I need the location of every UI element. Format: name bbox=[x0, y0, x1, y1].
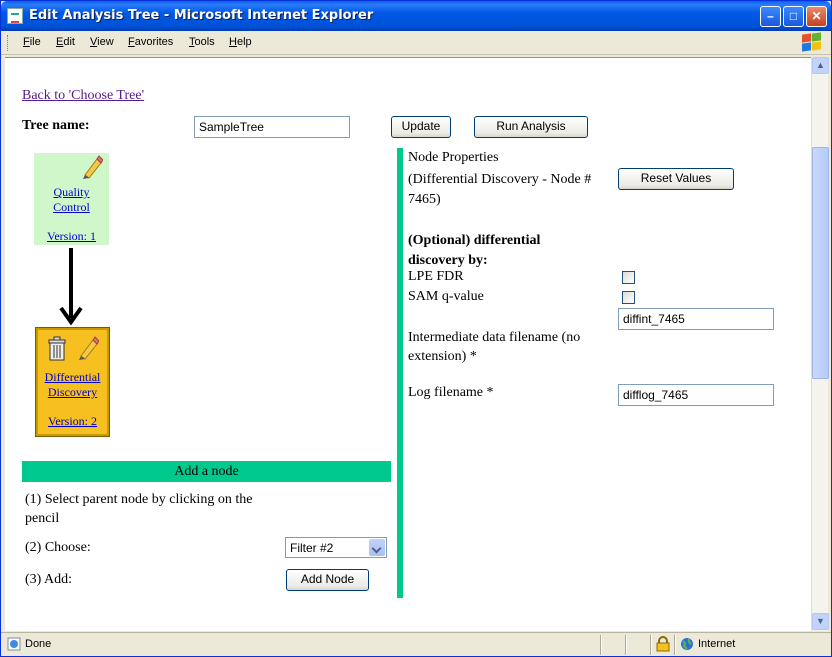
title-bar: Edit Analysis Tree - Microsoft Internet … bbox=[1, 1, 831, 31]
add-node-step1: (1) Select parent node by clicking on th… bbox=[25, 492, 253, 526]
menu-favorites[interactable]: Favorites bbox=[128, 36, 173, 48]
menu-tools[interactable]: Tools bbox=[189, 36, 215, 48]
scroll-down-icon[interactable]: ▼ bbox=[812, 613, 829, 630]
security-zone-text: Internet bbox=[698, 638, 736, 650]
add-node-step2-label: (2) Choose: bbox=[25, 540, 91, 555]
minimize-button[interactable]: – bbox=[760, 6, 781, 27]
node-type-select[interactable]: Filter #2 bbox=[285, 537, 387, 558]
scroll-up-icon[interactable]: ▲ bbox=[812, 57, 829, 74]
back-link[interactable]: Back to 'Choose Tree' bbox=[22, 88, 144, 104]
intermediate-filename-label: Intermediate data filename (no extension… bbox=[408, 330, 581, 364]
update-button[interactable]: Update bbox=[391, 116, 451, 138]
pencil-icon[interactable] bbox=[77, 336, 99, 360]
status-separator bbox=[674, 635, 676, 655]
menu-view[interactable]: View bbox=[90, 36, 114, 48]
log-filename-label: Log filename * bbox=[408, 385, 494, 400]
log-filename-input[interactable] bbox=[618, 384, 774, 406]
node-name-line1[interactable]: Differential bbox=[38, 370, 107, 385]
lpe-fdr-checkbox[interactable] bbox=[622, 271, 635, 284]
status-separator bbox=[625, 635, 627, 655]
tree-edge-arrow bbox=[59, 248, 83, 326]
status-text: Done bbox=[25, 638, 52, 650]
page-done-icon bbox=[7, 637, 21, 651]
node-properties-subtitle: (Differential Discovery - Node # 7465) bbox=[408, 172, 592, 207]
tree-node-quality-control: Quality Control Version: 1 bbox=[34, 153, 109, 245]
status-separator bbox=[600, 635, 602, 655]
lock-icon bbox=[656, 636, 670, 652]
node-properties-title: Node Properties bbox=[408, 150, 499, 165]
lpe-fdr-label: LPE FDR bbox=[408, 269, 464, 284]
status-separator bbox=[650, 635, 652, 655]
window-title: Edit Analysis Tree - Microsoft Internet … bbox=[29, 8, 374, 23]
page-content: Back to 'Choose Tree' Tree name: Update … bbox=[5, 57, 811, 631]
menu-file[interactable]: File bbox=[23, 36, 41, 48]
reset-values-button[interactable]: Reset Values bbox=[618, 168, 734, 190]
tree-name-label: Tree name: bbox=[22, 118, 90, 133]
tree-name-input[interactable] bbox=[194, 116, 350, 138]
optional-heading: (Optional) differential discovery by: bbox=[408, 233, 541, 268]
add-node-step3-label: (3) Add: bbox=[25, 572, 73, 587]
run-analysis-button[interactable]: Run Analysis bbox=[474, 116, 588, 138]
vertical-scrollbar[interactable]: ▲ ▼ bbox=[811, 57, 829, 631]
globe-icon bbox=[681, 638, 693, 651]
add-node-button[interactable]: Add Node bbox=[286, 569, 369, 591]
panel-divider bbox=[397, 148, 403, 598]
close-button[interactable]: ✕ bbox=[806, 6, 827, 27]
node-version-link[interactable]: Version: 1 bbox=[34, 229, 109, 244]
tree-node-differential-discovery: Differential Discovery Version: 2 bbox=[35, 327, 110, 437]
menu-bar: File Edit View Favorites Tools Help bbox=[1, 31, 831, 55]
menu-grip bbox=[7, 35, 10, 51]
status-bar: Done Internet bbox=[1, 632, 831, 656]
browser-window: Edit Analysis Tree - Microsoft Internet … bbox=[0, 0, 832, 657]
add-node-header: Add a node bbox=[22, 461, 391, 482]
pencil-icon[interactable] bbox=[81, 155, 103, 179]
node-type-selected-value: Filter #2 bbox=[290, 541, 334, 555]
ie-document-icon bbox=[7, 8, 23, 24]
chevron-down-icon[interactable] bbox=[369, 539, 385, 556]
trash-icon[interactable] bbox=[47, 336, 67, 362]
node-name-line2[interactable]: Control bbox=[34, 200, 109, 215]
scrollbar-thumb[interactable] bbox=[812, 147, 829, 379]
intermediate-filename-input[interactable] bbox=[618, 308, 774, 330]
menu-help[interactable]: Help bbox=[229, 36, 252, 48]
menu-edit[interactable]: Edit bbox=[56, 36, 75, 48]
sam-q-value-checkbox[interactable] bbox=[622, 291, 635, 304]
node-name-line1[interactable]: Quality bbox=[34, 185, 109, 200]
sam-q-value-label: SAM q-value bbox=[408, 289, 484, 304]
node-name-line2[interactable]: Discovery bbox=[38, 385, 107, 400]
node-version-link[interactable]: Version: 2 bbox=[38, 414, 107, 429]
windows-logo-icon bbox=[801, 32, 823, 53]
maximize-button[interactable]: □ bbox=[783, 6, 804, 27]
